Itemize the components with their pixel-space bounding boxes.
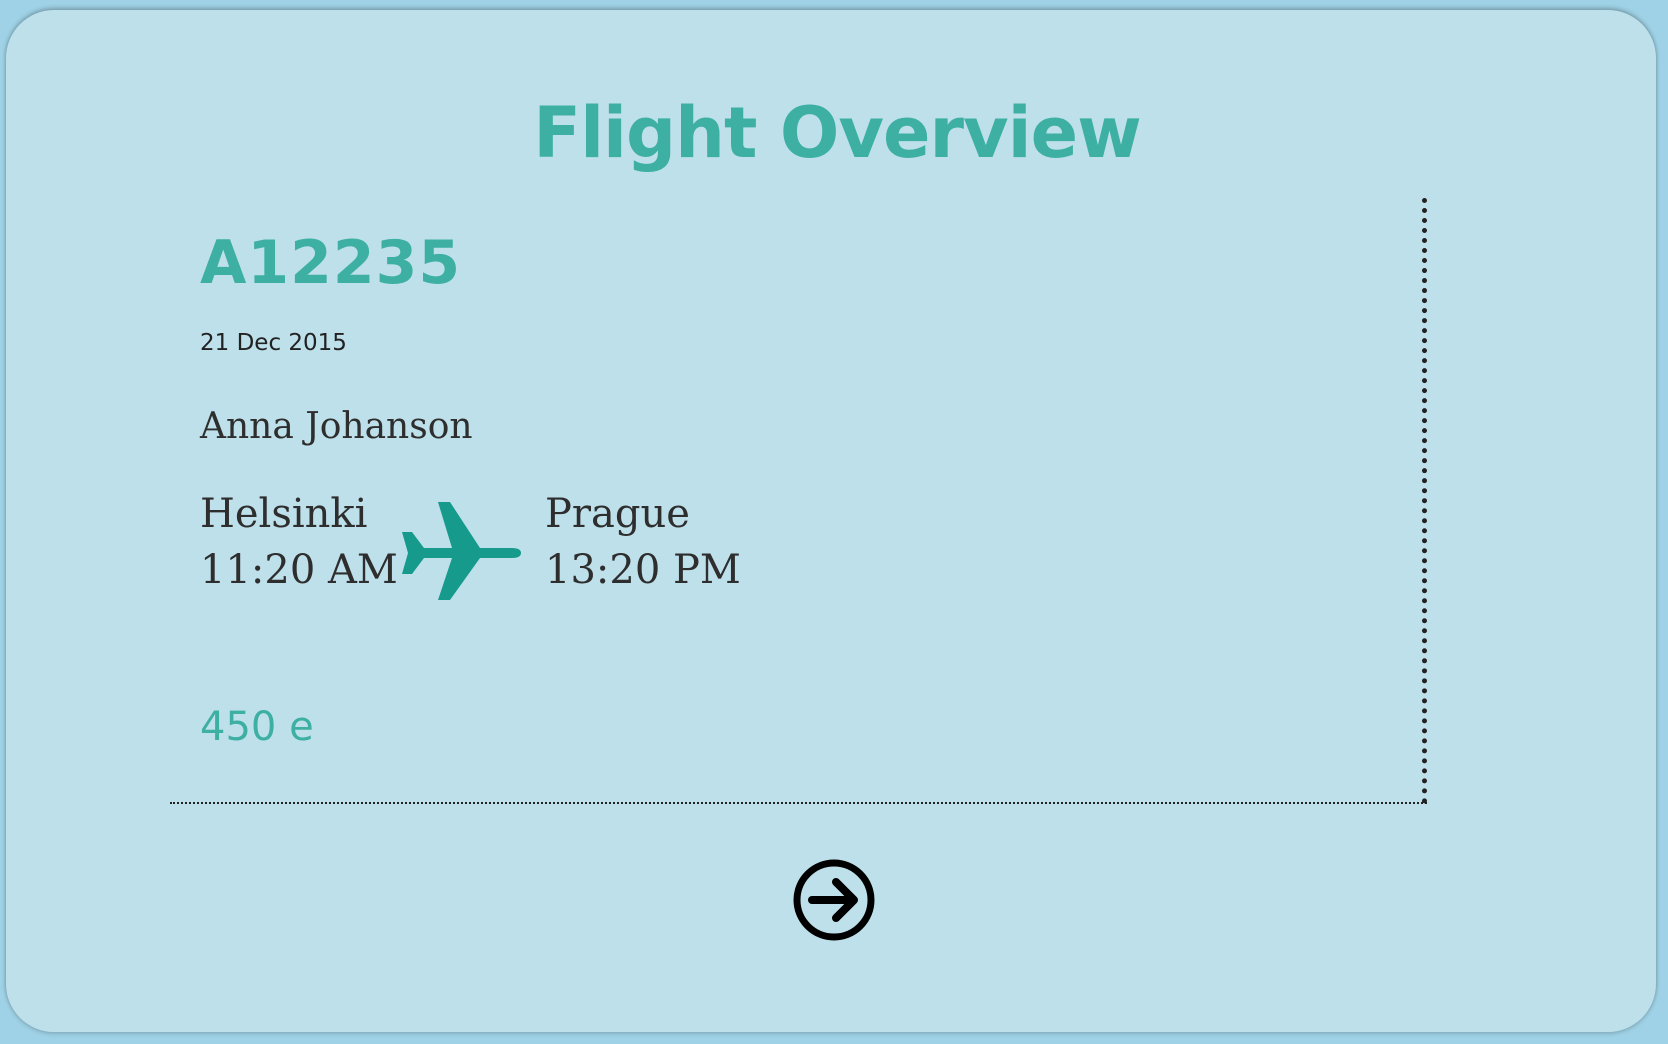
- airplane-icon: [402, 502, 521, 600]
- next-button[interactable]: [792, 858, 876, 942]
- arrow-right-circle-icon: [793, 859, 875, 941]
- page-title: Flight Overview: [533, 92, 1141, 174]
- flight-date: 21 Dec 2015: [200, 330, 347, 356]
- flight-ticket: A12235 21 Dec 2015 Anna Johanson Helsink…: [170, 198, 1427, 804]
- departure-city: Helsinki: [200, 491, 368, 537]
- flight-code: A12235: [200, 228, 462, 298]
- flight-overview-card: Flight Overview A12235 21 Dec 2015 Anna …: [6, 10, 1656, 1032]
- arrival: Prague 13:20 PM: [545, 486, 741, 598]
- arrival-city: Prague: [545, 491, 690, 537]
- departure: Helsinki 11:20 AM: [200, 486, 398, 598]
- passenger-name: Anna Johanson: [200, 406, 473, 447]
- arrival-time: 13:20 PM: [545, 547, 741, 593]
- departure-time: 11:20 AM: [200, 547, 398, 593]
- ticket-price: 450 e: [200, 704, 314, 750]
